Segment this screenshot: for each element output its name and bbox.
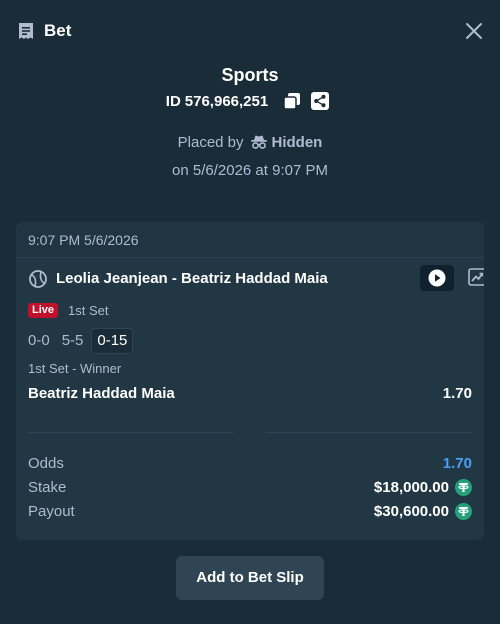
sport-title: Sports xyxy=(221,65,279,85)
odds-label: Odds xyxy=(28,455,64,472)
card-header: 9:07 PM 5/6/2026 xyxy=(16,222,484,258)
bet-card: 9:07 PM 5/6/2026 Leolia Jeanjean - Beatr… xyxy=(16,222,484,540)
selection-row: Beatriz Haddad Maia 1.70 xyxy=(28,385,472,403)
tether-coin-icon xyxy=(455,479,472,496)
stake-label: Stake xyxy=(28,479,67,496)
stats-icon[interactable] xyxy=(468,268,484,286)
market-name: 1st Set - Winner xyxy=(28,361,122,376)
score-sets: 0-0 xyxy=(28,332,50,349)
tennis-ball-icon xyxy=(29,270,47,288)
divider-right xyxy=(266,432,472,433)
live-stream-button[interactable] xyxy=(420,265,454,291)
add-to-bet-slip-button[interactable]: Add to Bet Slip xyxy=(176,556,324,600)
bet-id-row: ID 576,966,251 xyxy=(0,90,500,112)
incognito-icon xyxy=(250,135,267,149)
stake-value: $18,000.00 xyxy=(373,479,449,496)
divider-left xyxy=(28,432,234,433)
tether-coin-icon xyxy=(455,503,472,520)
event-time: 9:07 PM 5/6/2026 xyxy=(28,232,139,248)
bet-id-value: 576,966,251 xyxy=(184,92,269,110)
score-games: 5-5 xyxy=(61,332,84,349)
score-row: 0-0 5-5 0-15 xyxy=(28,328,134,354)
stake-value-wrap: $18,000.00 xyxy=(374,479,472,496)
close-icon[interactable] xyxy=(462,19,486,43)
payout-row: Payout $30,600.00 xyxy=(28,502,472,522)
score-points: 0-15 xyxy=(91,328,134,354)
share-icon[interactable] xyxy=(311,92,330,110)
selection-name: Beatriz Haddad Maia xyxy=(28,385,175,402)
placed-by-row: Placed by Hidden xyxy=(0,132,500,152)
payout-value: $30,600.00 xyxy=(373,503,449,520)
set-status: 1st Set xyxy=(68,302,109,318)
selection-odds: 1.70 xyxy=(442,385,472,402)
payout-value-wrap: $30,600.00 xyxy=(374,503,472,520)
modal-title: Bet xyxy=(44,21,72,40)
bet-id-label: ID xyxy=(165,92,181,110)
payout-label: Payout xyxy=(28,503,75,520)
live-badge: Live xyxy=(28,302,59,318)
stake-row: Stake $18,000.00 xyxy=(28,478,472,498)
copy-icon[interactable] xyxy=(283,92,301,110)
odds-value: 1.70 xyxy=(442,455,472,472)
match-row: Leolia Jeanjean - Beatriz Haddad Maia xyxy=(28,265,484,291)
match-name[interactable]: Leolia Jeanjean - Beatriz Haddad Maia xyxy=(56,270,328,288)
placed-by-label: Placed by xyxy=(177,133,244,151)
placed-by-user: Hidden xyxy=(271,133,323,151)
live-status-row: Live 1st Set xyxy=(28,302,108,318)
receipt-icon xyxy=(19,23,33,39)
play-icon xyxy=(428,269,446,287)
modal-header: Bet xyxy=(0,0,500,62)
odds-row: Odds 1.70 xyxy=(28,454,472,474)
bet-modal: Bet Sports ID 576,966,251 Placed by Hidd… xyxy=(0,0,500,624)
placed-on-date: on 5/6/2026 at 9:07 PM xyxy=(172,162,328,179)
